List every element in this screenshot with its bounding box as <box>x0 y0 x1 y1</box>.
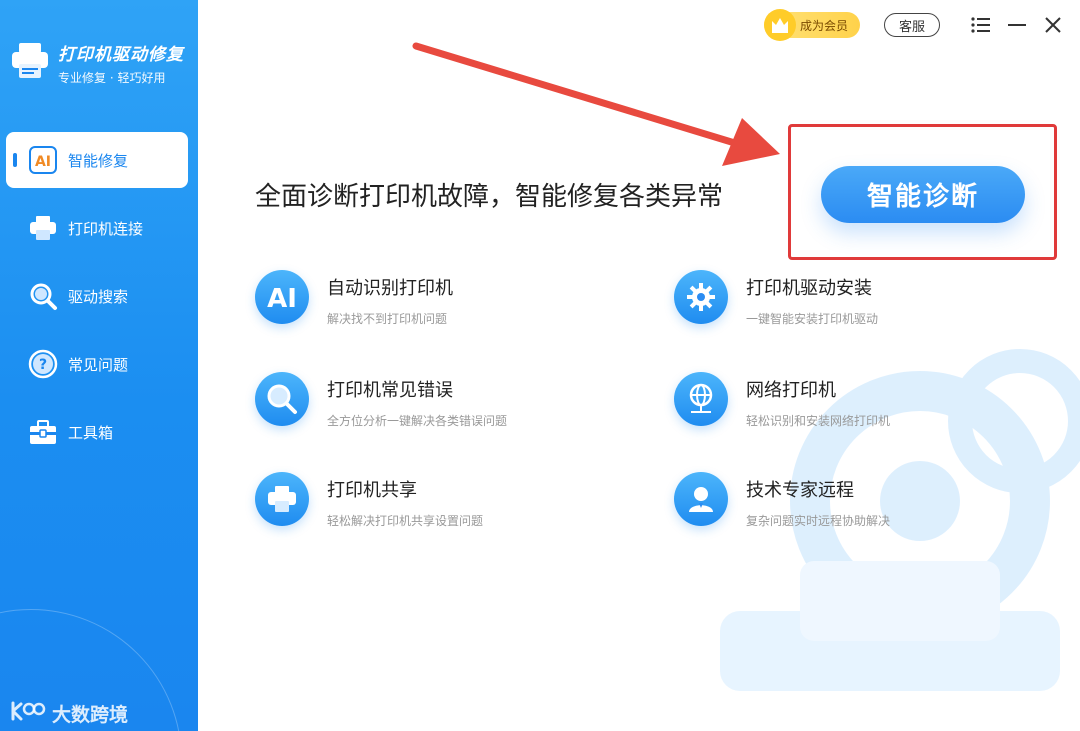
sidebar: 打印机驱动修复 专业修复 · 轻巧好用 AI 智能修复 打印机连接 驱动搜索 ?… <box>0 0 198 731</box>
sidebar-item-label: 驱动搜索 <box>68 287 129 306</box>
search-icon <box>255 372 309 426</box>
network-icon <box>674 372 728 426</box>
sidebar-item-smart-repair[interactable]: AI 智能修复 <box>6 132 188 188</box>
svg-text:AI: AI <box>267 284 297 312</box>
feature-title: 打印机驱动安装 <box>746 278 872 299</box>
menu-icon[interactable] <box>970 14 992 36</box>
toolbox-icon <box>26 415 60 449</box>
printer-logo-icon <box>10 40 50 82</box>
ai-icon: AI <box>26 143 60 177</box>
sidebar-item-label: 打印机连接 <box>68 219 144 238</box>
feature-desc: 复杂问题实时远程协助解决 <box>746 514 891 528</box>
sidebar-item-printer-connection[interactable]: 打印机连接 <box>6 200 188 256</box>
feature-printer-sharing[interactable]: 打印机共享 轻松解决打印机共享设置问题 <box>255 472 483 529</box>
feature-desc: 解决找不到打印机问题 <box>327 312 448 326</box>
feature-driver-install[interactable]: 打印机驱动安装 一键智能安装打印机驱动 <box>674 270 878 327</box>
close-icon[interactable] <box>1042 14 1064 36</box>
question-icon: ? <box>26 347 60 381</box>
feature-title: 打印机常见错误 <box>327 380 453 401</box>
app-subtitle: 专业修复 · 轻巧好用 <box>58 71 166 85</box>
printer-icon <box>26 211 60 245</box>
feature-title: 打印机共享 <box>327 480 417 501</box>
gear-icon <box>674 270 728 324</box>
brand: 打印机驱动修复 专业修复 · 轻巧好用 <box>10 40 184 86</box>
svg-text:?: ? <box>39 357 47 373</box>
sidebar-item-label: 常见问题 <box>68 355 129 374</box>
sidebar-nav: AI 智能修复 打印机连接 驱动搜索 ? 常见问题 工具箱 <box>0 132 198 472</box>
become-member-button[interactable]: 成为会员 <box>763 9 860 41</box>
feature-network-printer[interactable]: 网络打印机 轻松识别和安装网络打印机 <box>674 372 890 429</box>
watermark-logo-icon <box>10 700 46 727</box>
sidebar-item-toolbox[interactable]: 工具箱 <box>6 404 188 460</box>
feature-common-errors[interactable]: 打印机常见错误 全方位分析一键解决各类错误问题 <box>255 372 507 429</box>
feature-title: 自动识别打印机 <box>327 278 453 299</box>
feature-expert-remote[interactable]: 技术专家远程 复杂问题实时远程协助解决 <box>674 472 890 529</box>
feature-title: 技术专家远程 <box>746 480 854 501</box>
sidebar-item-label: 工具箱 <box>68 423 114 442</box>
watermark: 大数跨境 <box>10 700 128 727</box>
title-bar: 成为会员 客服 <box>763 9 1064 41</box>
feature-desc: 一键智能安装打印机驱动 <box>746 312 879 326</box>
search-icon <box>26 279 60 313</box>
active-indicator <box>13 153 17 167</box>
ai-icon: AI <box>255 270 309 324</box>
feature-desc: 轻松解决打印机共享设置问题 <box>327 514 484 528</box>
app-title: 打印机驱动修复 <box>58 45 184 65</box>
watermark-text: 大数跨境 <box>52 704 129 726</box>
feature-title: 网络打印机 <box>746 380 836 401</box>
sidebar-item-driver-search[interactable]: 驱动搜索 <box>6 268 188 324</box>
expert-icon <box>674 472 728 526</box>
printer-icon <box>255 472 309 526</box>
smart-diagnose-button[interactable]: 智能诊断 <box>821 166 1025 223</box>
sidebar-item-label: 智能修复 <box>68 151 129 170</box>
feature-auto-detect[interactable]: AI 自动识别打印机 解决找不到打印机问题 <box>255 270 453 327</box>
svg-text:AI: AI <box>35 154 51 170</box>
customer-service-button[interactable]: 客服 <box>883 13 940 37</box>
become-member-label: 成为会员 <box>799 18 848 33</box>
feature-desc: 轻松识别和安装网络打印机 <box>746 414 891 428</box>
sidebar-item-faq[interactable]: ? 常见问题 <box>6 336 188 392</box>
page-headline: 全面诊断打印机故障，智能修复各类异常 <box>255 182 724 212</box>
red-arrow-annotation-icon <box>412 42 780 166</box>
crown-icon <box>763 9 796 41</box>
feature-desc: 全方位分析一键解决各类错误问题 <box>327 414 508 428</box>
minimize-icon[interactable] <box>1006 14 1028 36</box>
